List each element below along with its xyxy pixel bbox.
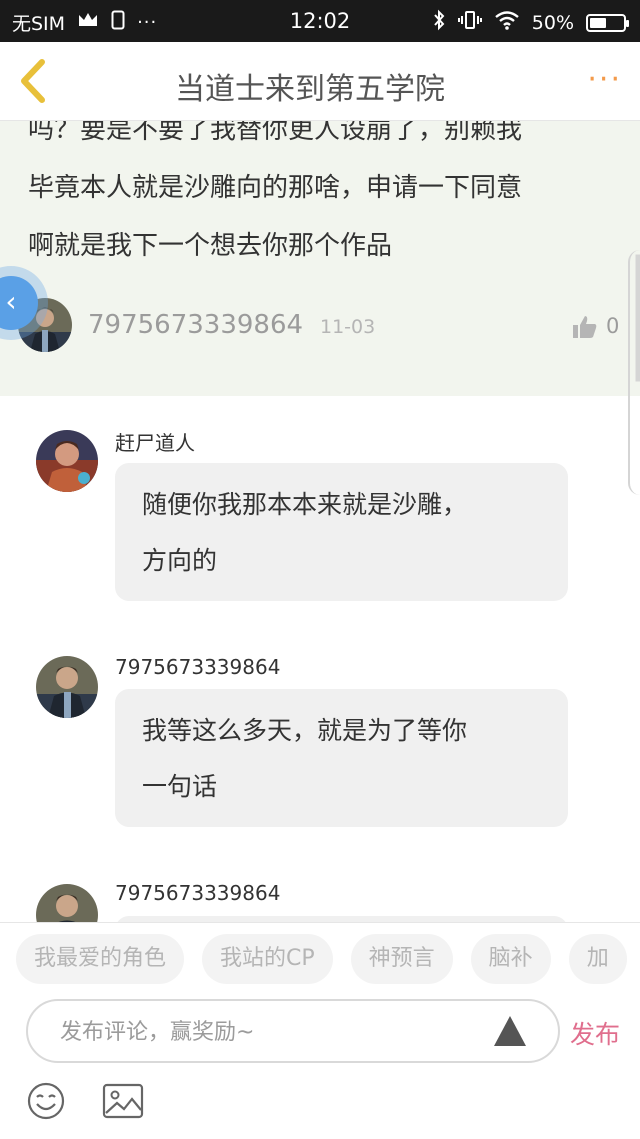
- comment-text: 吗？要是不要了我替你更人设崩了，别赖我 毕竟本人就是沙雕向的那啥，申请一下同意 …: [28, 120, 618, 275]
- status-bar: 无SIM ··· 12:02 50%: [0, 0, 640, 42]
- emoji-icon[interactable]: [26, 1081, 66, 1121]
- keyboard-toggle-icon[interactable]: [494, 1016, 526, 1046]
- page-title: 当道士来到第五学院: [175, 72, 445, 107]
- more-options-button[interactable]: ···: [587, 65, 622, 95]
- comment-input[interactable]: [58, 1013, 482, 1051]
- avatar[interactable]: [36, 656, 98, 718]
- avatar[interactable]: [36, 430, 98, 492]
- reply-line: 我等这么多天，就是为了等你: [142, 716, 468, 745]
- reply-bubble: 我等这么多天，就是为了等你 一句话: [115, 689, 568, 827]
- reply-username[interactable]: 7975673339864: [115, 655, 280, 679]
- battery-percent: 50%: [531, 11, 574, 34]
- comment-username[interactable]: 7975673339864: [88, 310, 303, 340]
- reply-username[interactable]: 赶尸道人: [115, 427, 195, 456]
- topic-tag[interactable]: 神预言: [350, 934, 453, 984]
- chevron-left-icon: ‹: [0, 276, 38, 330]
- scroll-indicator[interactable]: [628, 250, 640, 495]
- battery-icon: [586, 13, 629, 32]
- topic-tag[interactable]: 加: [568, 934, 627, 984]
- topic-tag[interactable]: 我站的CP: [202, 934, 333, 984]
- like-count: 0: [606, 314, 620, 338]
- bluetooth-icon: [432, 9, 446, 36]
- comment-line: 吗？要是不要了我替你更人设崩了，别赖我: [28, 120, 523, 145]
- reply-username[interactable]: 7975673339864: [115, 881, 280, 905]
- highlighted-comment: 吗？要是不要了我替你更人设崩了，别赖我 毕竟本人就是沙雕向的那啥，申请一下同意 …: [0, 120, 640, 396]
- comment-input-box: [26, 999, 560, 1063]
- reply-bubble: 随便你我那本本来就是沙雕， 方向的: [115, 463, 568, 601]
- topic-tag-list: 我最爱的角色 我站的CP 神预言 脑补 加: [16, 934, 627, 984]
- top-nav-bar: 当道士来到第五学院 ···: [0, 42, 640, 121]
- reply-line: 随便你我那本本来就是沙雕，: [142, 490, 468, 519]
- publish-button[interactable]: 发布: [570, 1015, 620, 1051]
- topic-tag[interactable]: 我最爱的角色: [16, 934, 185, 984]
- image-icon[interactable]: [102, 1083, 144, 1119]
- comment-composer: 我最爱的角色 我站的CP 神预言 脑补 加 发布: [0, 922, 640, 1139]
- comment-line: 啊就是我下一个想去你那个作品: [28, 231, 393, 261]
- comment-line: 毕竟本人就是沙雕向的那啥，申请一下同意: [28, 173, 523, 203]
- topic-tag[interactable]: 脑补: [470, 934, 551, 984]
- comment-date: 11-03: [320, 316, 376, 338]
- reply-line: 方向的: [142, 546, 218, 575]
- wifi-icon: [494, 10, 520, 35]
- thumbs-up-icon[interactable]: [572, 314, 598, 340]
- reply-line: 一句话: [142, 772, 218, 801]
- vibrate-icon: [457, 10, 482, 35]
